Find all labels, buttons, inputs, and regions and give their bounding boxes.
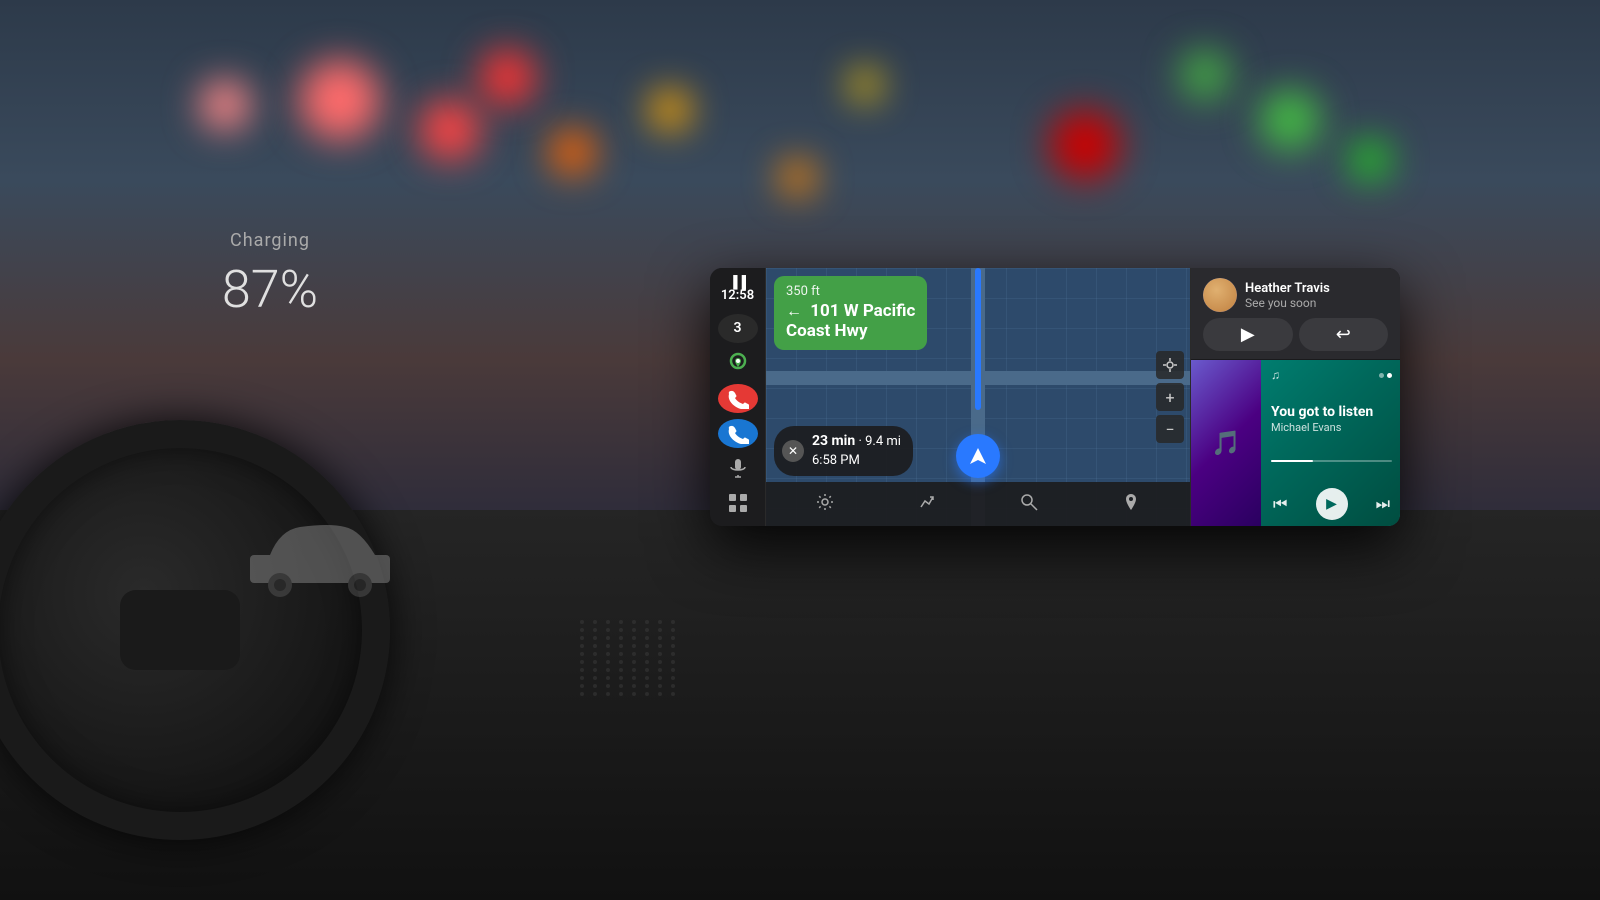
bokeh-light-2 — [420, 100, 480, 160]
instrument-cluster: Charging 87% — [100, 230, 440, 480]
status-bar: ▐▐ 12:58 — [721, 276, 754, 304]
message-actions: ▶ ↩ — [1203, 318, 1388, 351]
call-button[interactable] — [718, 419, 758, 448]
music-card: 🎵 ♫ You got to listen Michael Evans — [1191, 360, 1400, 526]
route-toolbar-button[interactable] — [910, 489, 944, 520]
route-line — [975, 268, 981, 410]
car-silhouette — [230, 510, 410, 600]
right-panel: Heather Travis See you soon ▶ ↩ 🎵 ♫ — [1190, 268, 1400, 526]
message-header: Heather Travis See you soon — [1203, 278, 1388, 312]
music-app-icon: ♫ — [1271, 368, 1280, 382]
trip-info: ✕ 23 min · 9.4 mi 6:58 PM — [774, 426, 913, 476]
nav-distance: 350 ft — [786, 284, 915, 299]
map-toolbar — [766, 482, 1190, 526]
bokeh-light-9 — [1260, 90, 1320, 150]
avatar-image — [1203, 278, 1237, 312]
signal-icon: ▐▐ — [729, 276, 746, 288]
music-progress-bar[interactable] — [1271, 460, 1392, 462]
bokeh-light-6 — [480, 50, 535, 105]
trip-close-button[interactable]: ✕ — [782, 440, 804, 462]
zoom-in-button[interactable]: + — [1156, 383, 1184, 411]
microphone-button[interactable] — [718, 454, 758, 483]
music-controls: ⏮ ▶ ⏭ — [1271, 488, 1392, 520]
time-display: 12:58 — [721, 288, 754, 304]
music-track-info: You got to listen Michael Evans — [1271, 404, 1392, 434]
nav-location-arrow — [956, 434, 1000, 478]
battery-percentage: 87% — [100, 259, 440, 320]
reply-message-button[interactable]: ↩ — [1299, 318, 1389, 351]
album-art-image: 🎵 — [1191, 360, 1261, 526]
steering-wheel-hub — [120, 590, 240, 670]
speaker-grille: // Generate speaker dots inline — [580, 620, 680, 780]
trip-distance: 9.4 mi — [865, 434, 901, 449]
music-prev-button[interactable]: ⏮ — [1271, 492, 1289, 516]
navigation-card: 350 ft ← 101 W PacificCoast Hwy — [774, 276, 927, 350]
music-next-button[interactable]: ⏭ — [1374, 492, 1392, 516]
trip-duration-distance: 23 min · 9.4 mi — [812, 432, 901, 452]
sidebar: ▐▐ 12:58 3 — [710, 268, 766, 526]
pin-toolbar-button[interactable] — [1114, 489, 1148, 520]
trip-duration: 23 min — [812, 433, 855, 449]
apps-button[interactable] — [718, 489, 758, 518]
bokeh-light-4 — [550, 130, 595, 175]
settings-toolbar-button[interactable] — [808, 489, 842, 520]
message-card: Heather Travis See you soon ▶ ↩ — [1191, 268, 1400, 360]
android-auto-display: ▐▐ 12:58 3 — [710, 268, 1400, 526]
trip-eta: 6:58 PM — [812, 452, 901, 470]
bokeh-light-10 — [1350, 140, 1390, 180]
music-title: You got to listen — [1271, 404, 1392, 421]
zoom-out-icon: − — [1165, 420, 1174, 439]
music-artist: Michael Evans — [1271, 421, 1392, 434]
bokeh-light-11 — [780, 160, 815, 195]
music-dot-2 — [1387, 373, 1392, 378]
message-preview: See you soon — [1245, 296, 1388, 310]
bokeh-light-3 — [200, 80, 250, 130]
notification-badge[interactable]: 3 — [718, 314, 758, 343]
location-button[interactable] — [1156, 351, 1184, 379]
bokeh-light-12 — [850, 70, 880, 100]
search-toolbar-button[interactable] — [1012, 489, 1046, 520]
play-message-button[interactable]: ▶ — [1203, 318, 1293, 351]
bokeh-light-5 — [650, 90, 690, 130]
steering-wheel — [0, 420, 390, 840]
map-area[interactable]: 350 ft ← 101 W PacificCoast Hwy ✕ 23 min… — [766, 268, 1190, 526]
nav-street: ← 101 W PacificCoast Hwy — [786, 301, 915, 342]
album-art: 🎵 — [1191, 360, 1261, 526]
maps-button[interactable] — [718, 349, 758, 378]
bokeh-light-7 — [1050, 110, 1120, 180]
message-info: Heather Travis See you soon — [1245, 281, 1388, 310]
nav-street-name: 101 W PacificCoast Hwy — [786, 301, 915, 341]
music-dots — [1379, 373, 1392, 378]
trip-text: 23 min · 9.4 mi 6:58 PM — [812, 432, 901, 470]
map-controls: + − — [1156, 351, 1184, 443]
contact-avatar — [1203, 278, 1237, 312]
zoom-in-icon: + — [1165, 388, 1174, 407]
music-content: ♫ You got to listen Michael Evans ⏮ ▶ — [1263, 360, 1400, 526]
sender-name: Heather Travis — [1245, 281, 1388, 296]
music-play-button[interactable]: ▶ — [1316, 488, 1348, 520]
phone-button[interactable] — [718, 384, 758, 413]
bokeh-light-8 — [1180, 50, 1230, 100]
bokeh-light-1 — [300, 60, 380, 140]
music-progress-fill — [1271, 460, 1313, 462]
music-top-bar: ♫ — [1271, 368, 1392, 382]
turn-direction-icon: ← — [786, 301, 802, 320]
zoom-out-button[interactable]: − — [1156, 415, 1184, 443]
music-dot-1 — [1379, 373, 1384, 378]
charging-label: Charging — [100, 230, 440, 251]
